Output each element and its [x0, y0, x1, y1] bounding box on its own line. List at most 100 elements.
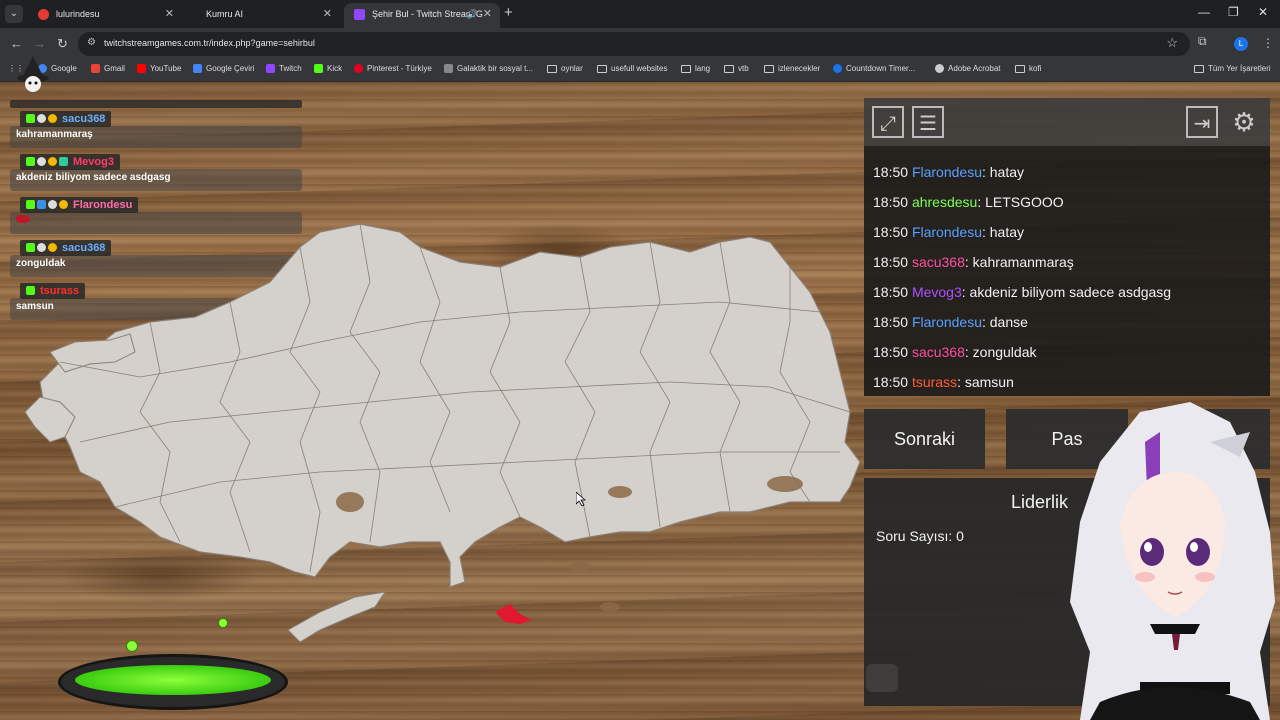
overlay-username: Flarondesu	[73, 198, 133, 211]
lake-van-shape	[767, 476, 803, 492]
address-bar[interactable]: ⚙ twitchstreamgames.com.tr/index.php?gam…	[78, 32, 1190, 56]
bookmark-star-icon[interactable]: ☆	[1166, 35, 1178, 51]
cauldron-widget	[58, 654, 288, 710]
chat-log-line: 18:50 Flarondesu: danse	[873, 314, 1028, 330]
new-tab-plus-icon[interactable]: +	[504, 4, 513, 21]
fullscreen-icon[interactable]: ⤢	[872, 106, 904, 138]
bookmark-youtube[interactable]: YouTube	[137, 64, 181, 73]
overlay-message: sacu368 kahramanmaraş	[10, 110, 302, 148]
bookmark-folder-izlenecekler[interactable]: izlenecekler	[764, 64, 820, 73]
maximize-icon[interactable]: ❐	[1228, 5, 1239, 19]
bookmark-twitch[interactable]: Twitch	[266, 64, 302, 73]
bookmark-folder-usefull[interactable]: usefull websites	[597, 64, 667, 73]
tab-kumru-ai[interactable]: Kumru AI ✕	[184, 3, 340, 28]
bookmark-google-ceviri[interactable]: Google Çeviri	[193, 64, 254, 73]
folder-icon	[764, 64, 774, 73]
close-icon[interactable]: ✕	[323, 3, 332, 26]
lake-shape	[600, 602, 620, 612]
coin-badge-icon	[48, 114, 57, 123]
eye-highlight	[1190, 542, 1198, 552]
folder-icon	[724, 64, 734, 73]
message-header: sacu368	[20, 110, 112, 127]
back-arrow-icon[interactable]: ←	[10, 36, 23, 51]
globe-icon	[935, 64, 944, 73]
bot-badge-icon	[48, 200, 57, 209]
chat-text: zonguldak	[972, 344, 1037, 360]
chat-username: sacu368	[911, 254, 965, 270]
tab-lulurindesu[interactable]: lulurindesu ✕	[28, 3, 182, 28]
reload-icon[interactable]: ↻	[57, 36, 68, 52]
bot-badge-icon	[37, 157, 46, 166]
overlay-message-text: akdeniz biliyom sadece asdgasg	[10, 169, 302, 191]
forward-arrow-icon[interactable]: →	[33, 36, 46, 51]
blush-shape	[1195, 572, 1215, 582]
speaker-icon[interactable]: 🔊	[467, 3, 478, 26]
lake-shape	[608, 486, 632, 498]
menu-kebab-icon[interactable]: ⋮	[1262, 36, 1274, 50]
message-header: Flarondesu	[20, 196, 139, 213]
tab-sehir-bul[interactable]: Şehir Bul - Twitch Stream G 🔊 ✕	[344, 3, 500, 28]
bookmark-galaktik[interactable]: Galaktik bir sosyal t...	[444, 64, 533, 73]
chat-log-line: 18:50 Mevog3: akdeniz biliyom sadece asd…	[873, 284, 1172, 300]
minimize-icon[interactable]: —	[1198, 5, 1210, 19]
chat-text: kahramanmaraş	[972, 254, 1074, 270]
chat-username: Mevog3	[911, 284, 962, 300]
document-list-icon[interactable]: ☰	[912, 106, 944, 138]
bubble-icon	[126, 640, 138, 652]
mod-badge-icon	[37, 200, 46, 209]
bubble-icon	[218, 618, 228, 628]
chat-log-line: 18:50 ahresdesu: LETSGOOO	[873, 194, 1064, 210]
bookmark-folder-oynlar[interactable]: oynlar	[547, 64, 583, 73]
coin-badge-icon	[48, 157, 57, 166]
bookmark-pinterest[interactable]: Pinterest - Türkiye	[354, 64, 432, 73]
kick-icon	[314, 64, 323, 73]
pinterest-icon	[354, 64, 363, 73]
twitch-favicon-icon	[354, 9, 365, 20]
bookmark-gmail[interactable]: Gmail	[91, 64, 125, 73]
chat-log-line: 18:50 tsurass: samsun	[873, 374, 1014, 390]
window-close-icon[interactable]: ✕	[1258, 5, 1268, 19]
chat-log-line: 18:50 sacu368: kahramanmaraş	[873, 254, 1074, 270]
close-icon[interactable]: ✕	[483, 3, 492, 26]
chat-log-line: 18:50 Flarondesu: hatay	[873, 224, 1025, 240]
next-button[interactable]: Sonraki	[864, 409, 985, 469]
sub-badge-icon	[59, 157, 68, 166]
highlighted-province[interactable]	[495, 604, 532, 624]
game-page: sacu368 kahramanmaraş Mevog3 akdeniz bil…	[0, 82, 1280, 720]
faded-avatar-icon	[866, 664, 898, 692]
turkey-province-map[interactable]	[20, 212, 870, 672]
settings-gear-icon[interactable]: ⚙	[1228, 106, 1260, 138]
folder-icon	[1194, 64, 1204, 73]
site-info-icon[interactable]: ⚙	[87, 37, 96, 48]
extensions-puzzle-icon[interactable]: ⧉	[1198, 34, 1207, 49]
folder-icon	[597, 64, 607, 73]
overlay-message: Mevog3 akdeniz biliyom sadece asdgasg	[10, 153, 302, 191]
chat-username: sacu368	[911, 344, 965, 360]
profile-avatar[interactable]: L	[1234, 37, 1248, 51]
question-count: Soru Sayısı: 0	[876, 528, 964, 544]
bookmark-kick[interactable]: Kick	[314, 64, 342, 73]
bookmark-folder-kofi[interactable]: kofi	[1015, 64, 1041, 73]
bookmark-folder-vtb[interactable]: vtb	[724, 64, 749, 73]
eye-icon	[1140, 538, 1164, 566]
mouse-cursor-icon	[576, 492, 586, 506]
kick-badge-icon	[26, 114, 35, 123]
eye-highlight	[1144, 542, 1152, 552]
chat-text: akdeniz biliyom sadece asdgasg	[969, 284, 1172, 300]
lake-shape	[336, 492, 364, 512]
chat-username: ahresdesu	[911, 194, 978, 210]
chat-log-panel: 18:50 Flarondesu: hatay 18:50 ahresdesu:…	[864, 146, 1270, 396]
lake-shape	[570, 561, 590, 573]
close-icon[interactable]: ✕	[165, 3, 174, 26]
bookmark-folder-lang[interactable]: lang	[681, 64, 710, 73]
bookmarks-bar: ⋮⋮ Google Gmail YouTube Google Çeviri Tw…	[0, 60, 1280, 82]
tab-search-button[interactable]: ⌄	[5, 5, 23, 23]
chat-username: Flarondesu	[911, 314, 982, 330]
exit-icon[interactable]: ⇥	[1186, 106, 1218, 138]
tab-strip: ⌄ lulurindesu ✕ Kumru AI ✕ Şehir Bul - T…	[0, 0, 1280, 28]
bookmark-countdown[interactable]: Countdown Timer...	[833, 64, 915, 73]
bookmark-adobe-acrobat[interactable]: Adobe Acrobat	[935, 64, 1000, 73]
bookmark-all-folder[interactable]: Tüm Yer İşaretleri	[1194, 64, 1271, 73]
url-text: twitchstreamgames.com.tr/index.php?game=…	[104, 38, 315, 48]
chat-username: tsurass	[911, 374, 958, 390]
